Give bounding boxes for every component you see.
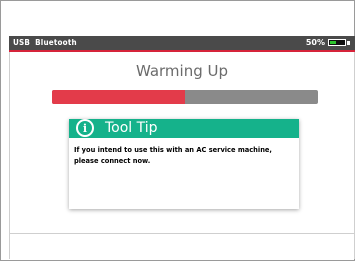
bluetooth-status: Bluetooth [35, 38, 77, 47]
info-icon: i [76, 119, 94, 137]
battery-percentage: 50% [305, 38, 325, 47]
battery-cap [347, 41, 350, 45]
battery-level-fill [330, 41, 336, 44]
tooltip-header: i Tool Tip [69, 119, 299, 138]
battery-icon [328, 39, 346, 46]
progress-fill [52, 90, 185, 104]
tooltip-message: If you intend to use this with an AC ser… [74, 145, 272, 165]
tooltip-title: Tool Tip [105, 120, 158, 136]
tooltip-card: i Tool Tip If you intend to use this wit… [69, 119, 299, 209]
status-accent-line [9, 50, 355, 52]
usb-status: USB [13, 38, 31, 47]
status-bar: USB Bluetooth 50% [9, 36, 355, 50]
status-connections: USB Bluetooth [13, 36, 82, 50]
bottom-divider [9, 233, 355, 234]
page-title: Warming Up [135, 62, 229, 80]
warmup-progress-bar [52, 90, 318, 104]
